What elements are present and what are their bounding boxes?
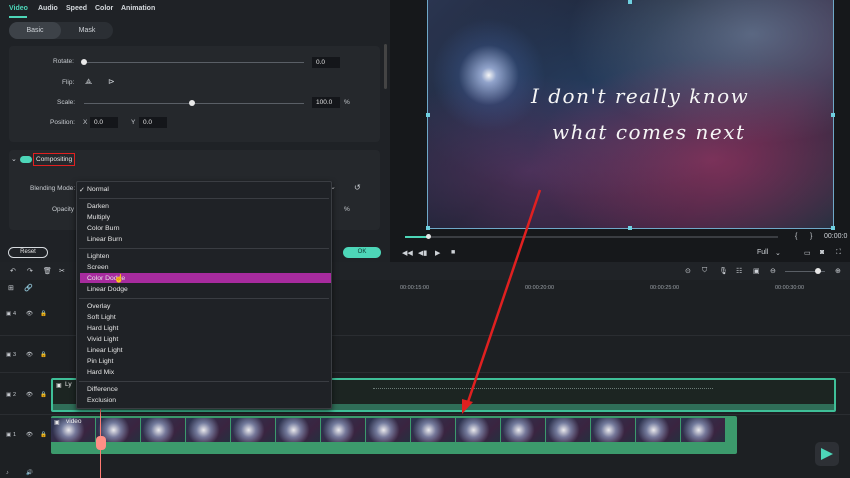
annotation-arrow	[462, 189, 542, 414]
annotation-arrow-line	[466, 189, 542, 403]
clip-type-icon: ▣	[54, 420, 60, 426]
video-clip-label: video	[66, 418, 82, 425]
annotation-arrow-head	[462, 399, 473, 414]
